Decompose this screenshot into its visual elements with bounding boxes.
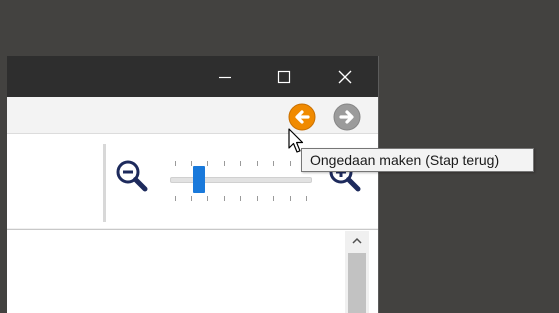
close-button[interactable] [322,56,368,97]
scroll-thumb[interactable] [348,253,366,313]
content-area [7,229,378,313]
redo-button[interactable] [332,102,362,132]
scroll-up-button[interactable] [345,231,369,251]
toolbar [7,97,378,134]
redo-icon [333,103,361,131]
slider-ticks-bottom [175,196,307,201]
chevron-up-icon [352,237,362,244]
tooltip-text: Ongedaan maken (Stap terug) [310,152,500,168]
minimize-button[interactable] [202,56,248,97]
toolbar-separator [103,144,106,222]
maximize-button[interactable] [261,56,307,97]
slider-track[interactable] [170,177,312,183]
vertical-scrollbar[interactable] [345,231,369,313]
mouse-cursor-icon [288,128,304,153]
maximize-icon [277,70,291,83]
zoom-slider[interactable] [170,154,312,204]
title-bar[interactable] [7,56,378,97]
zoom-out-icon[interactable] [114,158,150,194]
app-window [7,56,379,313]
minimize-icon [219,76,231,78]
close-icon [338,70,352,83]
slider-thumb[interactable] [193,166,205,193]
tooltip: Ongedaan maken (Stap terug) [301,148,534,172]
